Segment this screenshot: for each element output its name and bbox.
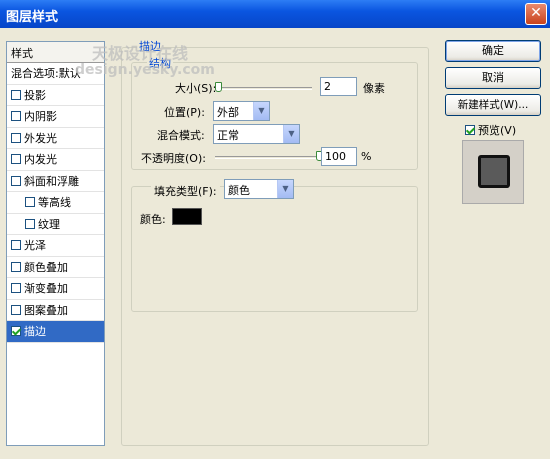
preview-label: 预览(V) <box>478 124 517 137</box>
outer-glow-checkbox[interactable] <box>11 132 21 143</box>
chevron-down-icon: ▼ <box>253 102 269 120</box>
size-unit: 像素 <box>363 82 385 95</box>
fill-type-value: 颜色 <box>228 184 250 197</box>
style-item-gradient-overlay[interactable]: 渐变叠加 <box>7 278 104 300</box>
chevron-down-icon: ▼ <box>277 180 293 198</box>
opacity-unit: % <box>361 150 372 163</box>
drop-shadow-checkbox[interactable] <box>11 89 21 100</box>
size-label: 大小(S): <box>175 82 217 95</box>
preview-checkbox[interactable] <box>465 125 475 135</box>
opacity-slider-track[interactable] <box>215 156 318 159</box>
blend-mode-value: 正常 <box>217 129 239 142</box>
ok-button[interactable]: 确定 <box>445 40 541 62</box>
title-bar: 图层样式 ✕ <box>0 0 550 28</box>
fill-type-select[interactable]: 颜色 ▼ <box>224 179 294 199</box>
color-overlay-checkbox[interactable] <box>11 261 21 272</box>
style-item-pattern-overlay[interactable]: 图案叠加 <box>7 300 104 321</box>
styles-list: 样式 混合选项:默认 投影 内阴影 外发光 内发光 斜面和浮雕 等高线 纹理 光… <box>6 41 105 446</box>
inner-shadow-checkbox[interactable] <box>11 111 21 121</box>
styles-list-header: 样式 <box>7 42 104 63</box>
watermark-url: design.yesky.com <box>75 62 215 78</box>
cancel-button[interactable]: 取消 <box>445 67 541 89</box>
chevron-down-icon: ▼ <box>283 125 299 143</box>
watermark-text: 天极设计在线 <box>92 44 189 63</box>
fill-type-label: 填充类型(F): <box>151 183 220 199</box>
style-item-texture[interactable]: 纹理 <box>7 214 104 235</box>
pattern-overlay-checkbox[interactable] <box>11 304 21 315</box>
style-item-outer-glow[interactable]: 外发光 <box>7 128 104 149</box>
color-label: 颜色: <box>140 213 166 226</box>
size-slider-track[interactable] <box>215 87 312 90</box>
position-select[interactable]: 外部 ▼ <box>213 101 270 121</box>
bevel-emboss-checkbox[interactable] <box>11 175 21 186</box>
opacity-label: 不透明度(O): <box>141 152 206 165</box>
position-value: 外部 <box>217 106 239 119</box>
style-item-contour[interactable]: 等高线 <box>7 192 104 214</box>
preview-sample <box>478 155 510 188</box>
satin-checkbox[interactable] <box>11 240 21 250</box>
preview-toggle[interactable]: 预览(V) <box>465 122 516 138</box>
style-item-color-overlay[interactable]: 颜色叠加 <box>7 257 104 278</box>
size-slider-thumb[interactable] <box>214 82 222 92</box>
stroke-checkbox[interactable] <box>11 326 21 336</box>
fill-type-group <box>131 186 418 312</box>
close-button[interactable]: ✕ <box>525 3 547 25</box>
style-item-bevel-emboss[interactable]: 斜面和浮雕 <box>7 171 104 192</box>
style-item-stroke[interactable]: 描边 <box>7 321 104 343</box>
preview-thumbnail <box>462 140 524 204</box>
size-input[interactable]: 2 <box>320 77 357 96</box>
position-label: 位置(P): <box>164 106 205 119</box>
color-swatch[interactable] <box>172 208 202 225</box>
inner-glow-checkbox[interactable] <box>11 154 21 164</box>
texture-checkbox[interactable] <box>25 218 35 229</box>
blend-mode-select[interactable]: 正常 ▼ <box>213 124 300 144</box>
style-item-drop-shadow[interactable]: 投影 <box>7 85 104 106</box>
style-item-inner-shadow[interactable]: 内阴影 <box>7 106 104 128</box>
style-item-satin[interactable]: 光泽 <box>7 235 104 257</box>
style-item-inner-glow[interactable]: 内发光 <box>7 149 104 171</box>
window-title: 图层样式 <box>6 10 59 25</box>
blend-mode-label: 混合模式: <box>157 129 205 142</box>
opacity-input[interactable]: 100 <box>321 147 357 166</box>
close-icon: ✕ <box>530 5 542 21</box>
contour-checkbox[interactable] <box>25 197 35 207</box>
gradient-overlay-checkbox[interactable] <box>11 283 21 293</box>
new-style-button[interactable]: 新建样式(W)... <box>445 94 541 116</box>
